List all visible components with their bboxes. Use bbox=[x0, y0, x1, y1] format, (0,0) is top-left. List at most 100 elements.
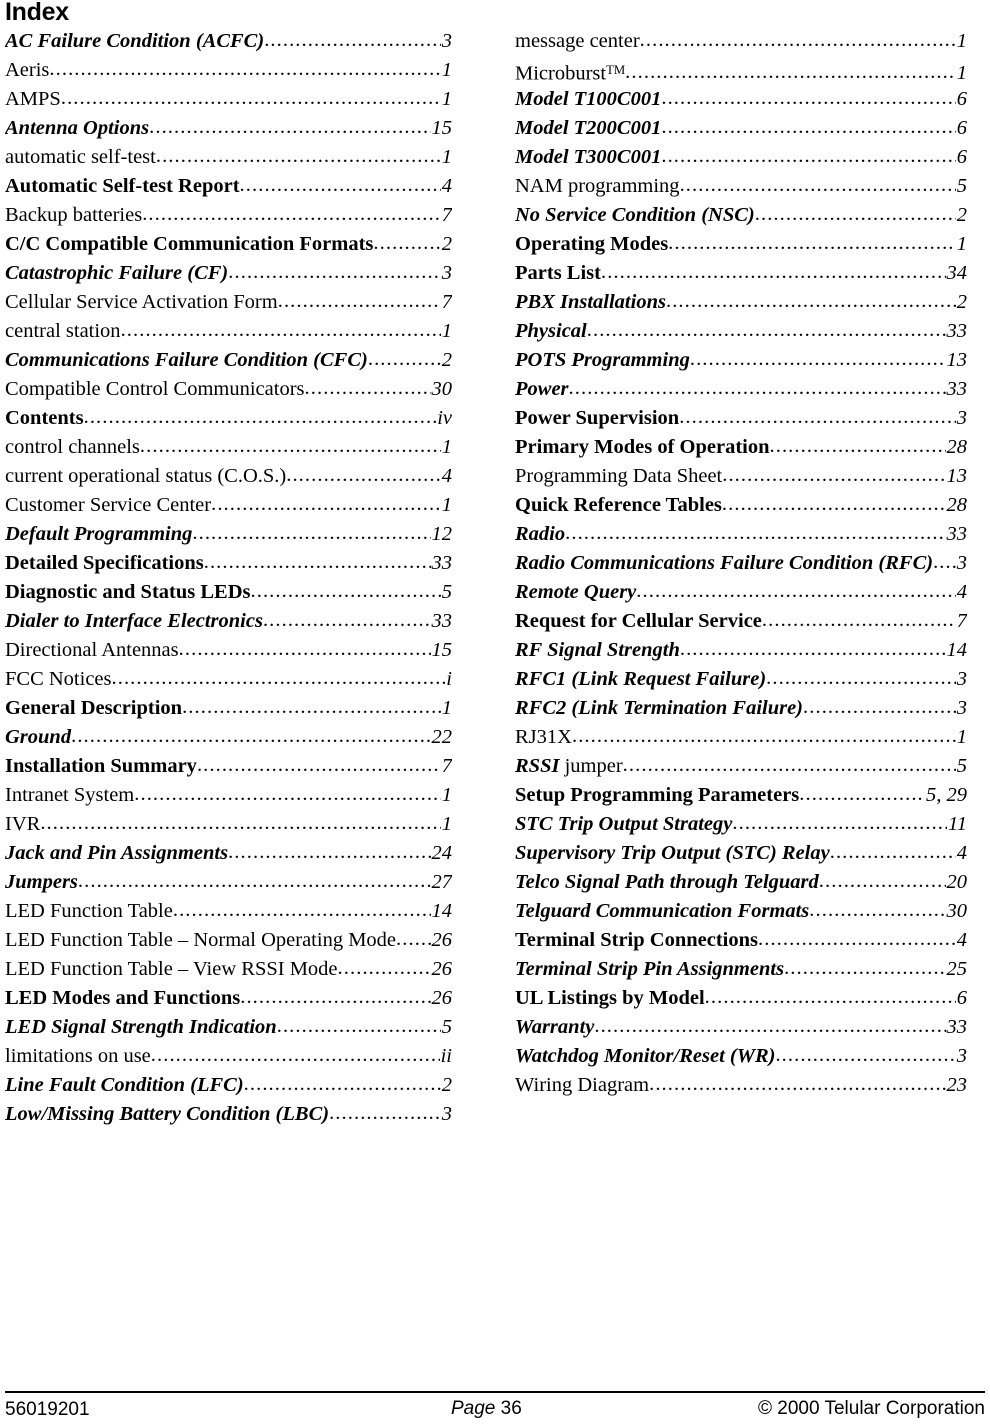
index-entry[interactable]: PBX Installations.......................… bbox=[515, 288, 967, 317]
index-entry[interactable]: Model T200C001..........................… bbox=[515, 114, 967, 143]
index-entry[interactable]: Aeris...................................… bbox=[5, 56, 452, 85]
index-entry[interactable]: Low/Missing Battery Condition (LBC).....… bbox=[5, 1100, 452, 1129]
index-entry[interactable]: Diagnostic and Status LEDs..............… bbox=[5, 578, 452, 607]
index-entry[interactable]: LED Signal Strength Indication..........… bbox=[5, 1013, 452, 1042]
index-entry[interactable]: Catastrophic Failure (CF)...............… bbox=[5, 259, 452, 288]
index-entry[interactable]: Customer Service Center.................… bbox=[5, 491, 452, 520]
index-entry[interactable]: C/C Compatible Communication Formats....… bbox=[5, 230, 452, 259]
dot-leader: ........................................… bbox=[155, 145, 441, 167]
index-entry[interactable]: AC Failure Condition (ACFC).............… bbox=[5, 27, 452, 56]
index-entry[interactable]: IVR.....................................… bbox=[5, 810, 452, 839]
index-entry[interactable]: Jumpers.................................… bbox=[5, 868, 452, 897]
index-entry[interactable]: Model T300C001..........................… bbox=[515, 143, 967, 172]
index-entry[interactable]: Watchdog Monitor/Reset (WR).............… bbox=[515, 1042, 967, 1071]
index-entry-label: Supervisory Trip Output (STC) Relay bbox=[515, 842, 830, 864]
index-entry[interactable]: STC Trip Output Strategy................… bbox=[515, 810, 967, 839]
index-entry[interactable]: Terminal Strip Pin Assignments..........… bbox=[515, 955, 967, 984]
index-entry-page-number: 1 bbox=[441, 146, 452, 168]
index-entry[interactable]: Operating Modes.........................… bbox=[515, 230, 967, 259]
index-entry[interactable]: Telco Signal Path through Telguard......… bbox=[515, 868, 967, 897]
index-entry[interactable]: No Service Condition (NSC)..............… bbox=[515, 201, 967, 230]
index-entry[interactable]: Line Fault Condition (LFC)..............… bbox=[5, 1071, 452, 1100]
index-entry[interactable]: UL Listings by Model....................… bbox=[515, 984, 967, 1013]
index-entry[interactable]: Compatible Control Communicators........… bbox=[5, 375, 452, 404]
dot-leader: ........................................… bbox=[139, 435, 441, 457]
index-entry[interactable]: Ground..................................… bbox=[5, 723, 452, 752]
index-entry[interactable]: Warranty................................… bbox=[515, 1013, 967, 1042]
index-entry[interactable]: automatic self-test.....................… bbox=[5, 143, 452, 172]
index-entry[interactable]: Request for Cellular Service............… bbox=[515, 607, 967, 636]
dot-leader: ........................................… bbox=[679, 174, 956, 196]
index-entry[interactable]: Detailed Specifications.................… bbox=[5, 549, 452, 578]
index-entry[interactable]: Primary Modes of Operation..............… bbox=[515, 433, 967, 462]
index-entry[interactable]: message center..........................… bbox=[515, 27, 967, 56]
index-entry[interactable]: control channels........................… bbox=[5, 433, 452, 462]
dot-leader: ........................................… bbox=[689, 348, 946, 370]
index-entry[interactable]: current operational status (C.O.S.).....… bbox=[5, 462, 452, 491]
dot-leader: ........................................… bbox=[243, 1073, 441, 1095]
index-entry[interactable]: LED Function Table – View RSSI Mode.....… bbox=[5, 955, 452, 984]
index-entry[interactable]: Radio...................................… bbox=[515, 520, 967, 549]
index-entry-label: LED Function Table – View RSSI Mode bbox=[5, 958, 338, 980]
index-entry[interactable]: limitations on use......................… bbox=[5, 1042, 452, 1071]
index-entry-label: Telco Signal Path through Telguard bbox=[515, 871, 819, 893]
dot-leader: ........................................… bbox=[571, 725, 956, 747]
index-entry[interactable]: Model T100C001..........................… bbox=[515, 85, 967, 114]
index-entry[interactable]: Wiring Diagram..........................… bbox=[515, 1071, 967, 1100]
index-entry-page-number: 1 bbox=[441, 436, 452, 458]
index-entry[interactable]: Quick Reference Tables..................… bbox=[515, 491, 967, 520]
index-entry[interactable]: Power Supervision.......................… bbox=[515, 404, 967, 433]
index-entry[interactable]: Directional Antennas....................… bbox=[5, 636, 452, 665]
index-entry[interactable]: Dialer to Interface Electronics.........… bbox=[5, 607, 452, 636]
index-entry-page-number: 4 bbox=[441, 465, 452, 487]
index-entry-page-number: 12 bbox=[431, 523, 453, 545]
index-entry-label: Catastrophic Failure (CF) bbox=[5, 262, 229, 284]
index-entry[interactable]: Parts List..............................… bbox=[515, 259, 967, 288]
dot-leader: ........................................… bbox=[722, 464, 946, 486]
index-entry[interactable]: Cellular Service Activation Form........… bbox=[5, 288, 452, 317]
document-page: Index AC Failure Condition (ACFC).......… bbox=[0, 0, 990, 1426]
index-entry[interactable]: Radio Communications Failure Condition (… bbox=[515, 549, 967, 578]
index-entry[interactable]: LED Function Table – Normal Operating Mo… bbox=[5, 926, 452, 955]
index-entry[interactable]: Backup batteries........................… bbox=[5, 201, 452, 230]
index-entry-label: control channels bbox=[5, 436, 140, 458]
index-entry[interactable]: MicroburstTM............................… bbox=[515, 56, 967, 85]
index-entry[interactable]: RSSI jumper.............................… bbox=[515, 752, 967, 781]
index-entry[interactable]: central station.........................… bbox=[5, 317, 452, 346]
index-entry[interactable]: Setup Programming Parameters............… bbox=[515, 781, 967, 810]
index-entry[interactable]: LED Modes and Functions.................… bbox=[5, 984, 452, 1013]
index-entry[interactable]: Remote Query............................… bbox=[515, 578, 967, 607]
index-entry[interactable]: Contents................................… bbox=[5, 404, 452, 433]
index-entry-page-number: 14 bbox=[431, 900, 453, 922]
index-entry-page-number: 28 bbox=[946, 436, 968, 458]
dot-leader: ........................................… bbox=[799, 783, 925, 805]
index-entry[interactable]: RFC1 (Link Request Failure).............… bbox=[515, 665, 967, 694]
index-entry[interactable]: FCC Notices.............................… bbox=[5, 665, 452, 694]
index-entry[interactable]: Intranet System.........................… bbox=[5, 781, 452, 810]
index-entry[interactable]: Power...................................… bbox=[515, 375, 967, 404]
index-entry[interactable]: RFC2 (Link Termination Failure).........… bbox=[515, 694, 967, 723]
index-entry[interactable]: RJ31X...................................… bbox=[515, 723, 967, 752]
index-entry[interactable]: NAM programming.........................… bbox=[515, 172, 967, 201]
index-entry[interactable]: AMPS....................................… bbox=[5, 85, 452, 114]
index-entry-label: Remote Query bbox=[515, 581, 637, 603]
index-entry[interactable]: Default Programming.....................… bbox=[5, 520, 452, 549]
index-entry[interactable]: Telguard Communication Formats..........… bbox=[515, 897, 967, 926]
index-entry[interactable]: POTS Programming........................… bbox=[515, 346, 967, 375]
index-entry[interactable]: Terminal Strip Connections..............… bbox=[515, 926, 967, 955]
index-entry[interactable]: RF Signal Strength......................… bbox=[515, 636, 967, 665]
index-entry[interactable]: Antenna Options.........................… bbox=[5, 114, 452, 143]
index-entry[interactable]: Programming Data Sheet..................… bbox=[515, 462, 967, 491]
index-entry[interactable]: Automatic Self-test Report..............… bbox=[5, 172, 452, 201]
index-entry[interactable]: LED Function Table......................… bbox=[5, 897, 452, 926]
index-entry[interactable]: Jack and Pin Assignments................… bbox=[5, 839, 452, 868]
index-entry-page-number: 3 bbox=[441, 262, 452, 284]
index-entry[interactable]: Installation Summary....................… bbox=[5, 752, 452, 781]
index-entry[interactable]: Communications Failure Condition (CFC)..… bbox=[5, 346, 452, 375]
index-entry[interactable]: Physical................................… bbox=[515, 317, 967, 346]
index-entry[interactable]: Supervisory Trip Output (STC) Relay.....… bbox=[515, 839, 967, 868]
index-entry-page-number: 3 bbox=[956, 697, 967, 719]
index-entry-page-number: 6 bbox=[956, 146, 967, 168]
index-entry[interactable]: General Description.....................… bbox=[5, 694, 452, 723]
index-entry-page-number: 14 bbox=[946, 639, 968, 661]
